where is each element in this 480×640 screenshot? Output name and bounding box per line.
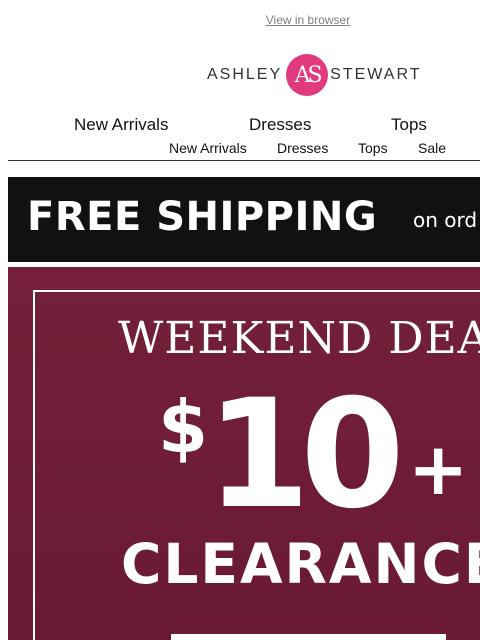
promo-clearance-label: CLEARANCE — [121, 532, 480, 596]
logo-monogram-icon: AS — [286, 54, 329, 96]
nav-primary-dresses[interactable]: Dresses — [249, 115, 311, 135]
nav-secondary-dresses[interactable]: Dresses — [277, 140, 328, 156]
logo-left-text: ASHLEY — [207, 66, 283, 83]
nav-primary-tops[interactable]: Tops — [391, 115, 427, 135]
free-shipping-headline: FREE SHIPPING — [27, 194, 378, 240]
nav-secondary-tops[interactable]: Tops — [358, 140, 388, 156]
view-in-browser-link[interactable]: View in browser — [0, 13, 480, 27]
nav-divider — [8, 160, 480, 161]
secondary-nav: New Arrivals Dresses Tops Sale — [0, 140, 480, 158]
nav-secondary-sale[interactable]: Sale — [418, 140, 446, 156]
brand-logo[interactable]: ASHLEY AS STEWART — [207, 52, 421, 98]
email-page: View in browser ASHLEY AS STEWART New Ar… — [0, 0, 480, 640]
free-shipping-subtext: on ord — [413, 208, 478, 232]
promo-plus-sign: + — [408, 427, 469, 511]
nav-primary-new-arrivals[interactable]: New Arrivals — [74, 115, 168, 135]
nav-secondary-new-arrivals[interactable]: New Arrivals — [169, 140, 247, 156]
promo-amount: 10 — [206, 368, 405, 542]
logo-right-text: STEWART — [330, 66, 422, 83]
free-shipping-banner[interactable]: FREE SHIPPING on ord — [8, 177, 480, 262]
primary-nav: New Arrivals Dresses Tops — [0, 115, 480, 137]
promo-shop-button[interactable] — [171, 634, 446, 640]
weekend-deal-promo[interactable]: WEEKEND DEAL $ 10 + CLEARANCE — [8, 267, 480, 640]
promo-title: WEEKEND DEAL — [118, 313, 480, 364]
promo-currency-symbol: $ — [158, 385, 209, 469]
